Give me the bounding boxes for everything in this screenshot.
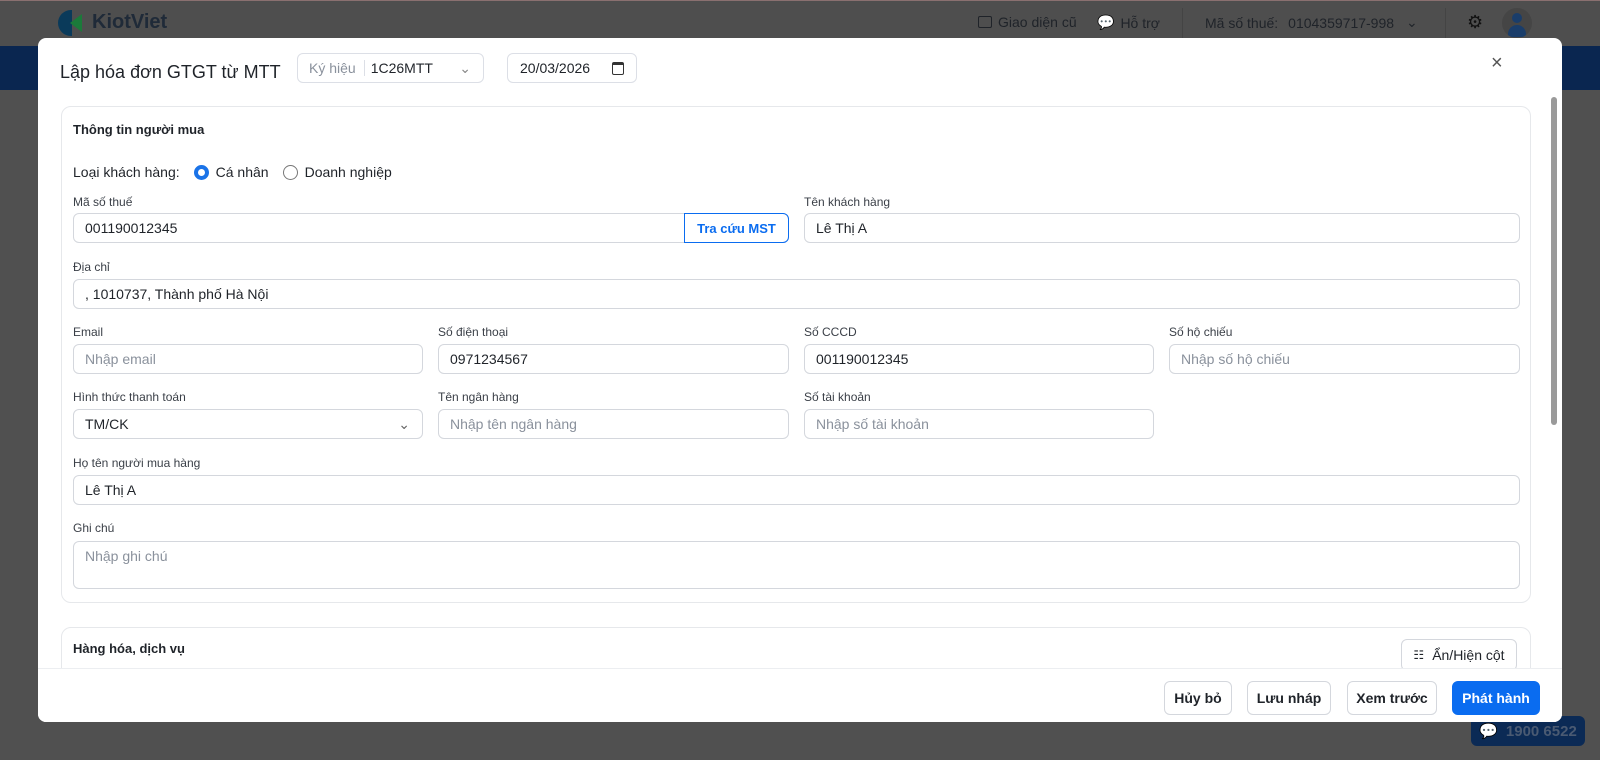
payment-select[interactable]: TM/CK ⌄ — [73, 409, 423, 439]
chat-icon: 💬 — [1097, 14, 1115, 30]
tax-code-label: Mã số thuế — [73, 195, 133, 209]
old-ui-link[interactable]: Giao diện cũ — [978, 14, 1077, 30]
symbol-label: Ký hiệu — [298, 60, 365, 76]
lookup-tax-button[interactable]: Tra cứu MST — [684, 213, 789, 243]
columns-icon: ☷ — [1413, 648, 1425, 662]
calendar-icon — [612, 61, 624, 75]
tax-value: 0104359717-998 — [1288, 14, 1395, 31]
avatar[interactable] — [1502, 8, 1532, 38]
gear-icon[interactable]: ⚙ — [1467, 12, 1483, 33]
radio-individual[interactable]: Cá nhân — [193, 164, 269, 180]
customer-name-value: Lê Thị A — [816, 220, 868, 236]
bank-label: Tên ngân hàng — [438, 390, 519, 404]
preview-button[interactable]: Xem trước — [1347, 681, 1437, 715]
email-input[interactable]: Nhập email — [73, 344, 423, 374]
account-input[interactable]: Nhập số tài khoản — [804, 409, 1154, 439]
symbol-select[interactable]: Ký hiệu 1C26MTT ⌄ — [297, 53, 484, 83]
cancel-button[interactable]: Hủy bỏ — [1164, 681, 1232, 715]
bank-placeholder: Nhập tên ngân hàng — [450, 416, 577, 432]
address-label: Địa chỉ — [73, 260, 110, 274]
note-textarea[interactable]: Nhập ghi chú — [73, 541, 1520, 589]
cccd-label: Số CCCD — [804, 325, 857, 339]
divider — [1182, 8, 1183, 38]
payment-label: Hình thức thanh toán — [73, 390, 186, 404]
symbol-value: 1C26MTT — [370, 60, 433, 76]
customer-name-input[interactable]: Lê Thị A — [804, 213, 1520, 243]
invoice-modal: Lập hóa đơn GTGT từ MTT Ký hiệu 1C26MTT … — [38, 38, 1562, 722]
customer-type-label: Loại khách hàng: — [73, 164, 180, 180]
radio-business[interactable]: Doanh nghiệp — [282, 164, 392, 180]
address-value: , 1010737, Thành phố Hà Nội — [85, 286, 269, 302]
cccd-value: 001190012345 — [816, 351, 909, 367]
address-input[interactable]: , 1010737, Thành phố Hà Nội — [73, 279, 1520, 309]
chevron-down-icon: ⌄ — [459, 59, 471, 76]
account-label: Số tài khoản — [804, 390, 871, 404]
passport-placeholder: Nhập số hộ chiếu — [1181, 351, 1290, 367]
divider — [1445, 8, 1446, 38]
buyer-section-title: Thông tin người mua — [73, 122, 205, 137]
old-ui-label: Giao diện cũ — [998, 14, 1077, 30]
hotline-number: 1900 6522 — [1505, 722, 1577, 740]
save-draft-button[interactable]: Lưu nháp — [1247, 681, 1331, 715]
tax-label: Mã số thuế: — [1205, 14, 1279, 31]
buyer-name-input[interactable]: Lê Thị A — [73, 475, 1520, 505]
phone-input[interactable]: 0971234567 — [438, 344, 789, 374]
radio-label: Cá nhân — [215, 164, 269, 180]
email-placeholder: Nhập email — [85, 351, 156, 367]
customer-name-label: Tên khách hàng — [804, 195, 891, 209]
chat-icon: 💬 — [1479, 723, 1498, 740]
tax-code-input[interactable]: 001190012345 — [73, 213, 789, 243]
account-placeholder: Nhập số tài khoản — [816, 416, 929, 432]
passport-input[interactable]: Nhập số hộ chiếu — [1169, 344, 1520, 374]
support-link[interactable]: 💬 Hỗ trợ — [1097, 14, 1160, 31]
cccd-input[interactable]: 001190012345 — [804, 344, 1154, 374]
modal-title: Lập hóa đơn GTGT từ MTT — [60, 62, 281, 82]
passport-label: Số hộ chiếu — [1169, 325, 1233, 339]
goods-section-title: Hàng hóa, dịch vụ — [73, 641, 185, 656]
buyer-info-card: Thông tin người mua Loại khách hàng: Cá … — [61, 106, 1531, 603]
logo-icon — [58, 8, 86, 36]
logo-text: KiotViet — [92, 10, 168, 33]
monitor-icon — [978, 16, 992, 28]
modal-footer: Hủy bỏ Lưu nháp Xem trước Phát hành — [38, 668, 1562, 722]
note-placeholder: Nhập ghi chú — [85, 548, 168, 564]
buyer-name-value: Lê Thị A — [85, 482, 137, 498]
date-value: 20/03/2026 — [520, 60, 591, 76]
note-label: Ghi chú — [73, 521, 115, 535]
bank-input[interactable]: Nhập tên ngân hàng — [438, 409, 789, 439]
date-picker[interactable]: 20/03/2026 — [507, 53, 637, 83]
radio-unchecked-icon — [282, 164, 298, 180]
payment-value: TM/CK — [85, 416, 129, 432]
issue-button[interactable]: Phát hành — [1452, 681, 1540, 715]
customer-type-row: Loại khách hàng: Cá nhân Doanh nghiệp — [73, 164, 392, 180]
close-icon[interactable]: × — [1491, 52, 1503, 75]
radio-checked-icon — [193, 164, 209, 180]
logo[interactable]: KiotViet — [58, 8, 167, 36]
chevron-down-icon: ⌄ — [398, 415, 410, 432]
email-label: Email — [73, 325, 104, 339]
support-label: Hỗ trợ — [1120, 14, 1160, 31]
tax-code-value: 001190012345 — [85, 220, 178, 236]
phone-label: Số điện thoại — [438, 325, 509, 339]
toggle-columns-button[interactable]: ☷ Ẩn/Hiện cột — [1401, 639, 1517, 671]
scrollbar[interactable] — [1551, 97, 1557, 425]
chevron-down-icon: ⌄ — [1406, 14, 1418, 30]
toggle-columns-label: Ẩn/Hiện cột — [1432, 647, 1505, 663]
phone-value: 0971234567 — [450, 351, 528, 367]
radio-label: Doanh nghiệp — [304, 164, 392, 180]
tax-selector[interactable]: Mã số thuế: 0104359717-998 ⌄ — [1205, 14, 1418, 31]
buyer-name-label: Họ tên người mua hàng — [73, 456, 201, 470]
